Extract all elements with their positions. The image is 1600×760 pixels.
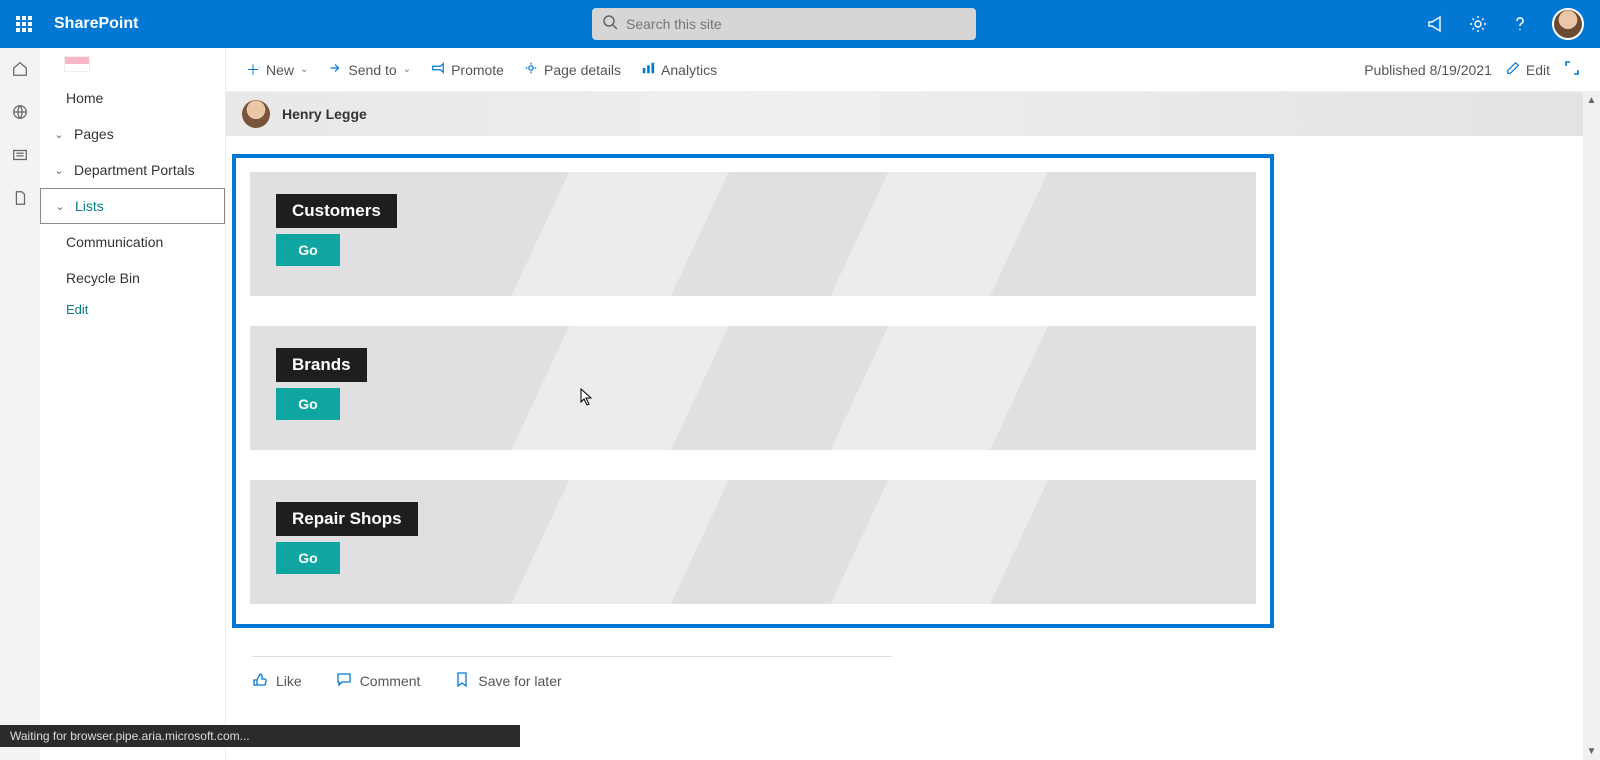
nav-item-home[interactable]: Home — [40, 80, 225, 116]
app-launcher-button[interactable] — [8, 8, 40, 40]
chevron-down-icon: ⌄ — [403, 64, 411, 75]
nav-label: Pages — [74, 126, 114, 142]
app-rail — [0, 48, 40, 760]
nav-item-department-portals[interactable]: ⌄ Department Portals — [40, 152, 225, 188]
nav-edit-link[interactable]: Edit — [40, 302, 225, 317]
author-strip: Henry Legge — [226, 92, 1588, 136]
chevron-down-icon: ⌄ — [52, 128, 66, 141]
hero-title: Customers — [276, 194, 397, 228]
cmd-promote[interactable]: Promote — [431, 61, 504, 78]
hero-card-brands[interactable]: Brands Go — [250, 326, 1256, 450]
cmd-label: Analytics — [661, 62, 717, 78]
page-content: Henry Legge Customers Go Brands Go Repai… — [226, 92, 1588, 760]
save-label: Save for later — [478, 673, 561, 689]
nav-item-lists[interactable]: ⌄ Lists — [40, 188, 225, 224]
cmd-analytics[interactable]: Analytics — [641, 61, 717, 78]
brand-label[interactable]: SharePoint — [54, 15, 138, 33]
cmd-new[interactable]: ＋ New ⌄ — [246, 60, 308, 80]
side-nav: Home ⌄ Pages ⌄ Department Portals ⌄ List… — [40, 48, 226, 760]
plus-icon: ＋ — [246, 60, 260, 80]
nav-item-communication[interactable]: Communication — [40, 224, 225, 260]
scroll-down-arrow[interactable]: ▼ — [1583, 743, 1600, 760]
expand-icon[interactable] — [1564, 60, 1580, 79]
site-logo[interactable] — [64, 56, 90, 72]
suite-bar: SharePoint — [0, 0, 1600, 48]
search-icon — [602, 14, 618, 35]
cmd-label: Send to — [348, 62, 396, 78]
like-icon — [252, 671, 268, 690]
share-icon — [328, 61, 342, 78]
cmd-label: Page details — [544, 62, 621, 78]
like-button[interactable]: Like — [252, 671, 302, 690]
analytics-icon — [641, 61, 655, 78]
search-input[interactable] — [626, 16, 976, 32]
gear-icon — [524, 61, 538, 78]
scroll-up-arrow[interactable]: ▲ — [1583, 92, 1600, 109]
comment-icon — [336, 671, 352, 690]
search-box[interactable] — [592, 8, 976, 40]
social-bar: Like Comment Save for later — [252, 656, 892, 690]
like-label: Like — [276, 673, 302, 689]
nav-label: Department Portals — [74, 162, 195, 178]
nav-item-recycle-bin[interactable]: Recycle Bin — [40, 260, 225, 296]
files-icon[interactable] — [11, 189, 29, 212]
hero-card-customers[interactable]: Customers Go — [250, 172, 1256, 296]
nav-label: Recycle Bin — [66, 270, 140, 286]
news-icon[interactable] — [11, 146, 29, 169]
hero-go-button[interactable]: Go — [276, 234, 340, 266]
nav-label: Home — [66, 90, 103, 106]
status-text: Waiting for browser.pipe.aria.microsoft.… — [10, 729, 250, 743]
home-icon[interactable] — [11, 60, 29, 83]
cmd-label: New — [266, 62, 294, 78]
bookmark-icon — [454, 671, 470, 690]
nav-label: Lists — [75, 198, 104, 214]
published-label: Published 8/19/2021 — [1364, 62, 1492, 78]
hero-go-button[interactable]: Go — [276, 542, 340, 574]
chevron-down-icon: ⌄ — [300, 64, 308, 75]
megaphone-icon[interactable] — [1426, 14, 1446, 34]
pencil-icon — [1506, 61, 1520, 78]
command-bar: ＋ New ⌄ Send to ⌄ Promote Page details A… — [226, 48, 1600, 92]
cmd-label: Edit — [1526, 62, 1550, 78]
cmd-edit[interactable]: Edit — [1506, 61, 1550, 78]
comment-button[interactable]: Comment — [336, 671, 421, 690]
promote-icon — [431, 61, 445, 78]
hero-title: Brands — [276, 348, 367, 382]
author-name: Henry Legge — [282, 106, 367, 122]
cmd-send-to[interactable]: Send to ⌄ — [328, 61, 411, 78]
vertical-scrollbar[interactable]: ▲ ▼ — [1583, 92, 1600, 760]
chevron-down-icon: ⌄ — [52, 164, 66, 177]
author-avatar[interactable] — [242, 100, 270, 128]
hero-go-button[interactable]: Go — [276, 388, 340, 420]
webpart-selected-frame[interactable]: Customers Go Brands Go Repair Shops Go — [232, 154, 1274, 628]
nav-label: Communication — [66, 234, 163, 250]
settings-gear-icon[interactable] — [1468, 14, 1488, 34]
nav-item-pages[interactable]: ⌄ Pages — [40, 116, 225, 152]
chevron-down-icon: ⌄ — [53, 200, 67, 213]
browser-status-bar: Waiting for browser.pipe.aria.microsoft.… — [0, 725, 520, 747]
hero-card-repair-shops[interactable]: Repair Shops Go — [250, 480, 1256, 604]
cmd-page-details[interactable]: Page details — [524, 61, 621, 78]
help-icon[interactable] — [1510, 14, 1530, 34]
comment-label: Comment — [360, 673, 421, 689]
user-avatar[interactable] — [1552, 8, 1584, 40]
save-for-later-button[interactable]: Save for later — [454, 671, 561, 690]
cmd-label: Promote — [451, 62, 504, 78]
suite-bar-right — [1426, 8, 1592, 40]
globe-icon[interactable] — [11, 103, 29, 126]
hero-title: Repair Shops — [276, 502, 418, 536]
